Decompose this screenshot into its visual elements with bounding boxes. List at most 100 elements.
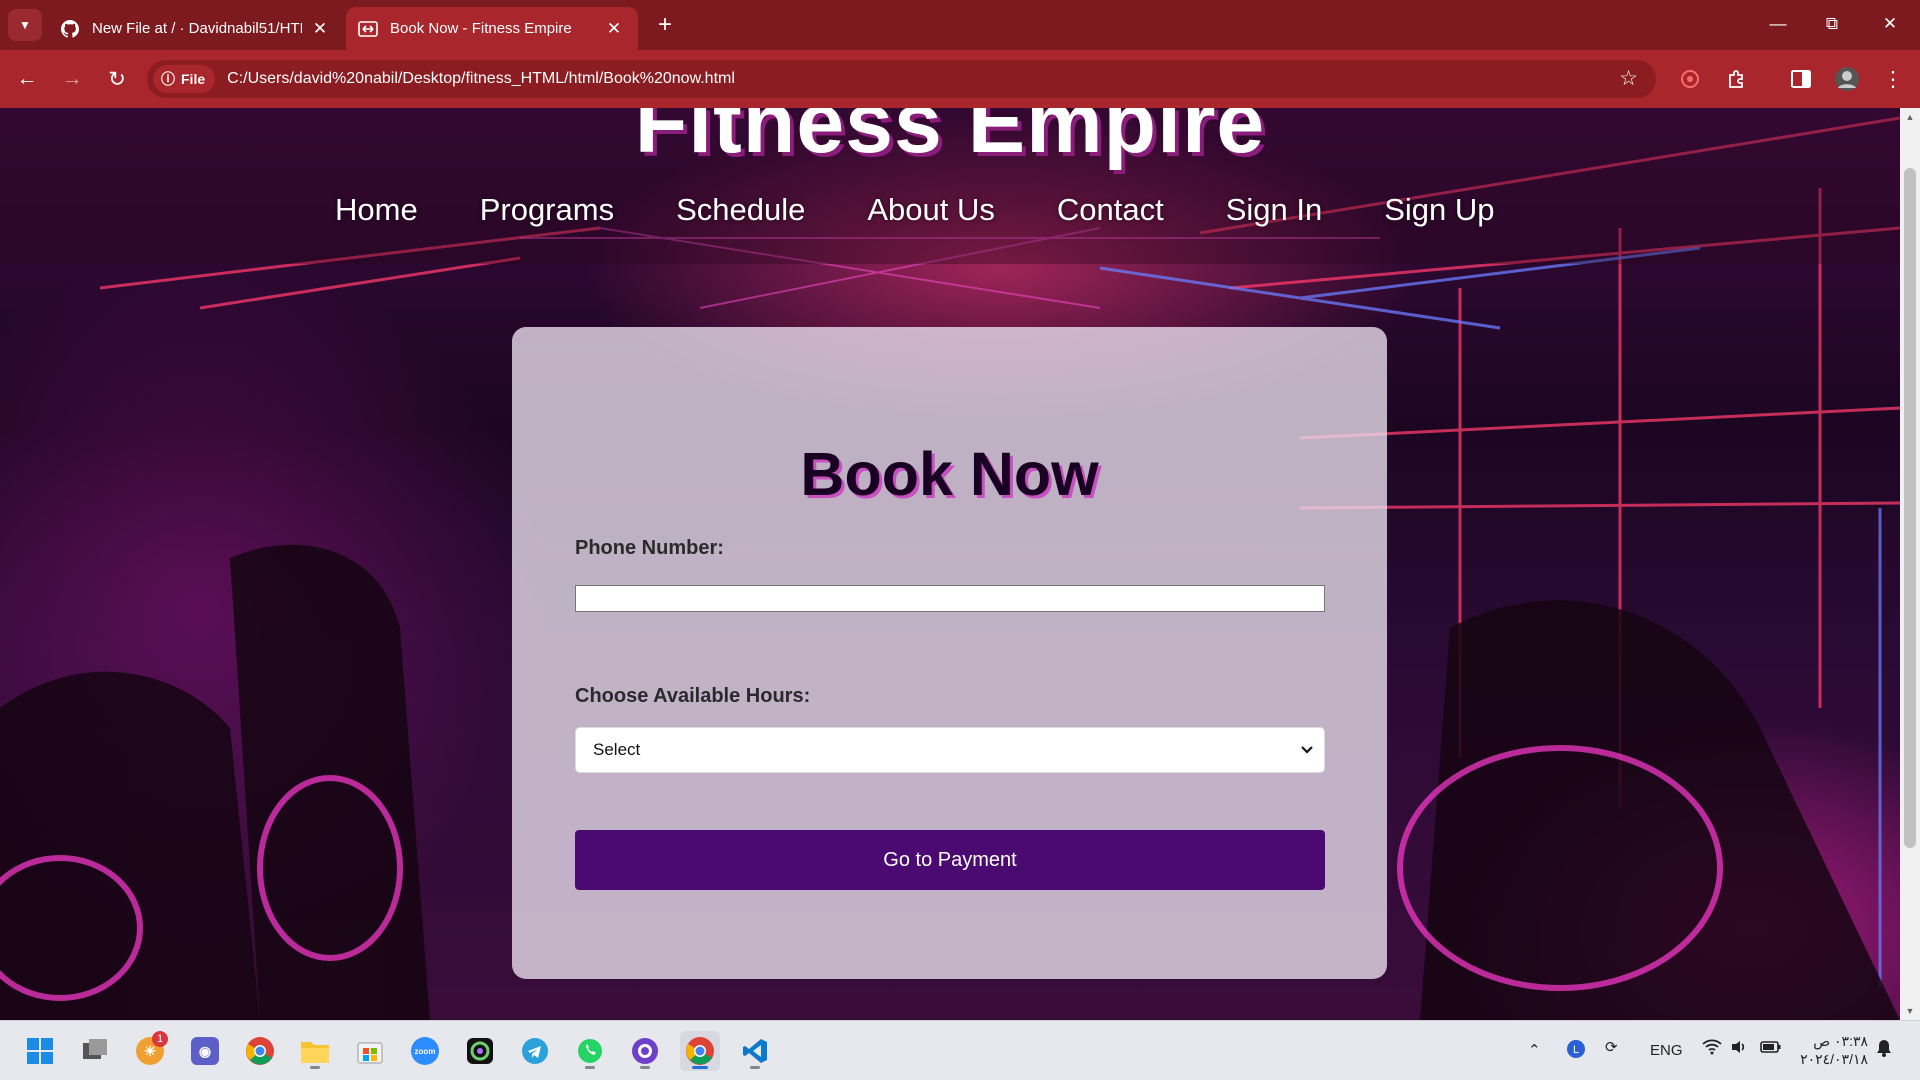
whatsapp-button[interactable] [570, 1031, 610, 1071]
back-button[interactable]: ← [12, 64, 42, 94]
phone-number-label: Phone Number: [575, 537, 724, 559]
zoom-button[interactable]: zoom [405, 1031, 445, 1071]
select-value: Select [593, 740, 641, 759]
forward-button[interactable]: → [57, 64, 87, 94]
main-navigation: Home Programs Schedule About Us Contact … [335, 192, 1557, 228]
restore-icon: ⧉ [1825, 14, 1839, 33]
close-icon[interactable]: ✕ [308, 17, 332, 41]
chevron-up-icon[interactable]: ⌃ [1528, 1041, 1541, 1059]
wifi-icon[interactable] [1702, 1039, 1722, 1059]
running-indicator [310, 1066, 320, 1069]
scroll-down-arrow-icon[interactable]: ▼ [1900, 1002, 1920, 1020]
site-info-chip[interactable]: ⓘ File [153, 65, 216, 93]
browser-tab[interactable]: New File at / · Davidnabil51/HTML ✕ [48, 7, 344, 50]
vscode-button[interactable] [735, 1031, 775, 1071]
nav-link-about-us[interactable]: About Us [867, 192, 995, 228]
github-desktop-button[interactable] [625, 1031, 665, 1071]
browser-toolbar: ← → ↻ ⓘ File C:/Users/david%20nabil/Desk… [0, 50, 1920, 108]
close-icon[interactable]: ✕ [602, 17, 626, 41]
system-clock[interactable]: ٠٣:٣٨ ص ٢٠٢٤/٠٣/١٨ [1800, 1032, 1868, 1068]
chevron-down-icon: ▼ [19, 18, 31, 32]
chrome-active-button[interactable] [680, 1031, 720, 1071]
zoom-icon: zoom [411, 1037, 439, 1065]
chrome-icon [246, 1037, 274, 1065]
extensions-icon[interactable] [1721, 64, 1751, 94]
chrome-icon [686, 1037, 714, 1065]
clock-date: ٢٠٢٤/٠٣/١٨ [1800, 1051, 1868, 1067]
app-launcher-button[interactable] [460, 1031, 500, 1071]
close-icon: ✕ [1882, 14, 1898, 33]
available-hours-select[interactable]: Select [575, 727, 1325, 773]
arrow-right-icon: → [61, 67, 83, 90]
telegram-icon [522, 1038, 548, 1064]
chrome-button[interactable] [240, 1031, 280, 1071]
phone-number-input[interactable] [575, 585, 1325, 612]
info-icon: ⓘ [161, 71, 175, 87]
language-indicator[interactable]: ENG [1650, 1042, 1683, 1059]
vscode-icon [743, 1039, 767, 1063]
browser-tab-active[interactable]: Book Now - Fitness Empire ✕ [346, 7, 638, 50]
browser-tab-strip: ▼ New File at / · Davidnabil51/HTML ✕ Bo… [0, 0, 1920, 50]
bookmark-star-icon[interactable]: ☆ [1619, 66, 1638, 91]
start-button[interactable] [20, 1031, 60, 1071]
available-hours-label: Choose Available Hours: [575, 685, 811, 707]
reload-button[interactable]: ↻ [102, 64, 132, 94]
nav-link-schedule[interactable]: Schedule [676, 192, 805, 228]
windows-taskbar: ☀ 1 ◉ zoom ⌃ L ⟳ ENG ٠٣:٣٨ ص ٢٠٢٤/٠٣/١٨ [0, 1020, 1920, 1080]
side-panel-icon[interactable] [1786, 64, 1816, 94]
volume-icon[interactable] [1730, 1039, 1748, 1059]
battery-icon[interactable] [1760, 1040, 1782, 1058]
scrollbar-thumb[interactable] [1904, 168, 1916, 848]
sync-icon[interactable]: ⟳ [1605, 1038, 1618, 1056]
nav-link-sign-in[interactable]: Sign In [1226, 192, 1323, 228]
page-scrollbar[interactable]: ▲ ▼ [1900, 108, 1920, 1020]
telegram-button[interactable] [515, 1031, 555, 1071]
tab-title: Book Now - Fitness Empire [390, 20, 572, 37]
store-icon [357, 1042, 383, 1064]
folder-icon [301, 1042, 329, 1063]
notification-badge: 1 [152, 1031, 168, 1047]
svg-text:L: L [1573, 1044, 1579, 1056]
task-view-button[interactable] [75, 1031, 115, 1071]
reload-icon: ↻ [108, 67, 126, 91]
tab-search-button[interactable]: ▼ [8, 9, 42, 41]
close-window-button[interactable]: ✕ [1870, 8, 1910, 40]
recording-extension-icon[interactable] [1675, 64, 1705, 94]
booking-form-card: Book Now Phone Number: Choose Available … [512, 327, 1387, 979]
teams-icon: ◉ [191, 1037, 219, 1065]
running-indicator [640, 1066, 650, 1069]
microsoft-store-button[interactable] [350, 1031, 390, 1071]
clock-time: ٠٣:٣٨ ص [1813, 1033, 1868, 1049]
page-icon [358, 19, 378, 39]
clock-app-icon[interactable]: L [1566, 1039, 1586, 1063]
nav-link-sign-up[interactable]: Sign Up [1384, 192, 1494, 228]
minimize-button[interactable]: — [1758, 8, 1798, 40]
address-bar[interactable]: ⓘ File C:/Users/david%20nabil/Desktop/fi… [147, 60, 1656, 98]
notification-bell-icon[interactable] [1875, 1038, 1893, 1062]
site-title: Fitness Empire [634, 108, 1266, 171]
chevron-down-icon [1300, 740, 1314, 760]
windows-logo-icon [27, 1038, 53, 1064]
app-launcher-icon [467, 1038, 493, 1064]
widgets-button[interactable]: ☀ 1 [130, 1031, 170, 1071]
running-indicator [750, 1066, 760, 1069]
whatsapp-icon [578, 1039, 602, 1063]
url-text[interactable]: C:/Users/david%20nabil/Desktop/fitness_H… [227, 70, 735, 88]
restore-button[interactable]: ⧉ [1812, 8, 1852, 40]
github-icon [60, 19, 80, 39]
github-desktop-icon [632, 1038, 658, 1064]
scroll-up-arrow-icon[interactable]: ▲ [1900, 108, 1920, 126]
page-viewport: Fitness Empire Home Programs Schedule Ab… [0, 108, 1900, 1020]
kebab-menu-icon[interactable]: ⋮ [1878, 64, 1908, 94]
new-tab-button[interactable]: + [650, 10, 680, 40]
task-view-icon [83, 1039, 107, 1059]
nav-link-contact[interactable]: Contact [1057, 192, 1164, 228]
nav-link-programs[interactable]: Programs [480, 192, 614, 228]
tab-title: New File at / · Davidnabil51/HTML [92, 20, 302, 37]
teams-button[interactable]: ◉ [185, 1031, 225, 1071]
go-to-payment-button[interactable]: Go to Payment [575, 830, 1325, 890]
file-explorer-button[interactable] [295, 1031, 335, 1071]
profile-avatar[interactable] [1832, 64, 1862, 94]
nav-link-home[interactable]: Home [335, 192, 418, 228]
arrow-left-icon: ← [16, 67, 38, 90]
